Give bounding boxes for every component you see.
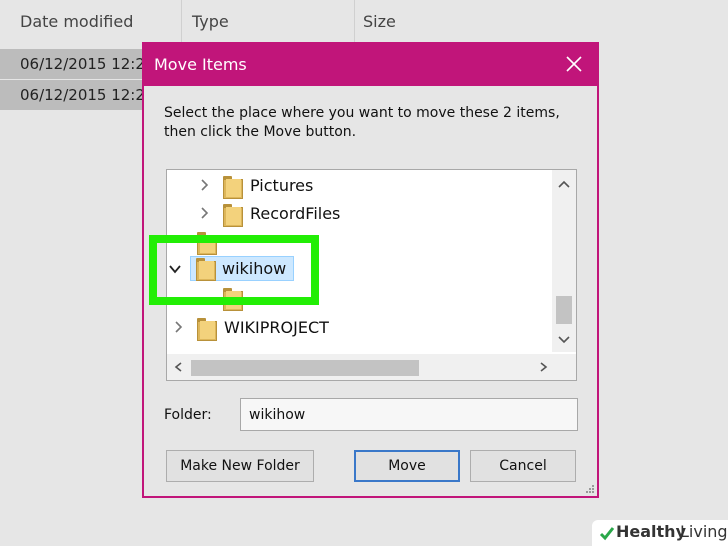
dialog-titlebar[interactable]: Move Items (144, 44, 597, 86)
move-button[interactable]: Move (354, 450, 460, 482)
watermark-brand-bold: Healthy (616, 522, 686, 541)
tree-item-pictures[interactable]: Pictures (167, 172, 550, 200)
chevron-right-icon[interactable] (197, 178, 211, 192)
tree-item-label: Pictures (250, 176, 314, 195)
tree-item-wikiproject[interactable]: WIKIPROJECT (167, 314, 550, 342)
folder-icon (223, 176, 243, 199)
cancel-button[interactable]: Cancel (470, 450, 576, 482)
chevron-down-icon[interactable] (168, 262, 182, 276)
horizontal-scrollbar[interactable] (167, 354, 576, 380)
file-row[interactable]: 06/12/2015 12:27 (0, 80, 150, 110)
chevron-right-icon[interactable] (197, 206, 211, 220)
column-size[interactable]: Size (343, 0, 396, 46)
dialog-instruction: Select the place where you want to move … (164, 105, 560, 140)
column-date-modified[interactable]: Date modified (0, 0, 133, 46)
tree-item-label: RecordFiles (250, 204, 341, 223)
folder-icon (196, 258, 216, 281)
scroll-down-icon[interactable] (557, 334, 571, 346)
tree-item-label: WIKIPROJECT (224, 318, 329, 337)
folder-icon (197, 318, 217, 341)
resize-grip-icon[interactable] (584, 483, 594, 493)
horizontal-scroll-thumb[interactable] (191, 360, 419, 376)
scroll-right-icon[interactable] (537, 361, 549, 373)
folder-icon (223, 204, 243, 227)
scroll-left-icon[interactable] (173, 361, 185, 373)
chevron-right-icon[interactable] (171, 320, 185, 334)
vertical-scroll-thumb[interactable] (556, 296, 572, 324)
column-type[interactable]: Type (172, 0, 229, 46)
leaf-icon (599, 527, 615, 541)
folder-input[interactable] (240, 398, 578, 431)
explorer-column-header: Date modified Type Size (0, 0, 728, 46)
tree-item-wikihow[interactable]: wikihow (222, 255, 286, 283)
scroll-up-icon[interactable] (557, 178, 571, 190)
close-icon[interactable] (561, 51, 587, 77)
watermark-brand-light: Living (680, 522, 728, 541)
dialog-title: Move Items (154, 55, 247, 74)
file-row[interactable]: 06/12/2015 12:25 (0, 49, 150, 79)
make-new-folder-button[interactable]: Make New Folder (166, 450, 314, 482)
watermark: Healthy Living (592, 520, 728, 546)
tree-item-recordfiles[interactable]: RecordFiles (167, 200, 550, 228)
vertical-scrollbar[interactable] (552, 170, 576, 352)
folder-field-label: Folder: (164, 407, 212, 423)
